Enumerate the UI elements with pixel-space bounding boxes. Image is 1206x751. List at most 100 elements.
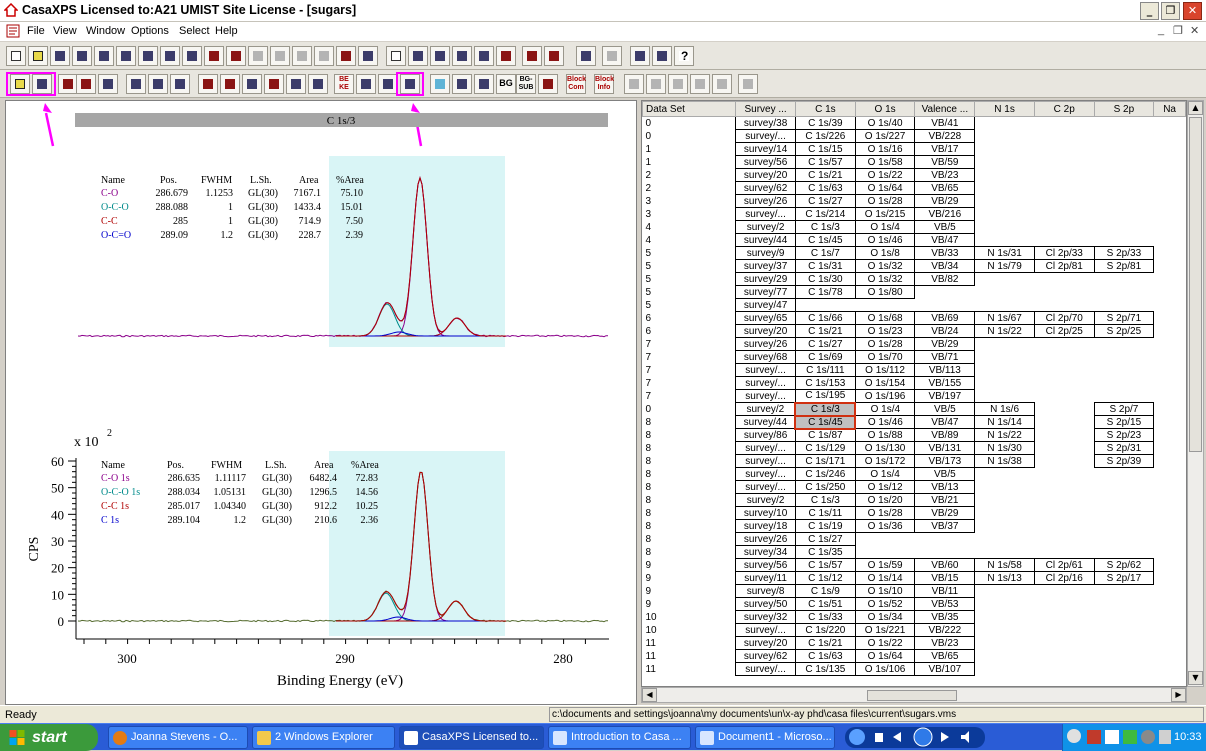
table-cell[interactable]: VB/82 — [914, 272, 976, 286]
table-cell[interactable]: N 1s/22 — [974, 428, 1035, 442]
table-cell[interactable]: survey/2 — [735, 493, 796, 507]
table-cell[interactable]: VB/17 — [914, 142, 976, 156]
column-header[interactable]: N 1s — [974, 101, 1035, 117]
table-cell[interactable]: VB/89 — [914, 428, 976, 442]
table-row[interactable]: 11 survey/... C 1s/135 O 1s/106 VB/107 — [643, 662, 1186, 676]
table-cell[interactable]: C 1s/7 — [794, 246, 856, 260]
table-cell[interactable]: N 1s/30 — [974, 441, 1035, 455]
table-cell[interactable] — [1154, 195, 1186, 208]
spectrum-display-pane[interactable]: C 1s/3 Name Pos. FWHM L.Sh. Area %Area C… — [5, 100, 637, 705]
table-cell[interactable]: VB/11 — [914, 584, 976, 598]
taskbar-item-casaxps[interactable]: CasaXPS Licensed to... — [399, 726, 544, 749]
selected-cell[interactable]: C 1s/3 — [794, 401, 857, 417]
table-cell[interactable]: O 1s/12 — [854, 480, 916, 494]
window-icon[interactable] — [386, 46, 406, 66]
table-cell[interactable] — [1034, 598, 1094, 611]
data-set-cell[interactable]: 0 — [643, 403, 736, 416]
new-file-icon[interactable] — [6, 46, 26, 66]
table-row[interactable]: 0 survey/... C 1s/226 O 1s/227 VB/228 — [643, 129, 1186, 143]
copy-all-icon[interactable] — [116, 46, 136, 66]
data-set-cell[interactable]: 5 — [643, 247, 736, 260]
table-cell[interactable] — [975, 338, 1035, 351]
table-cell[interactable]: survey/47 — [735, 298, 796, 312]
disabled-tool-2-icon[interactable] — [270, 46, 290, 66]
disabled-tool-5-icon[interactable] — [602, 46, 622, 66]
data-set-cell[interactable]: 11 — [643, 650, 736, 663]
table-cell[interactable] — [795, 299, 855, 312]
table-cell[interactable] — [1034, 611, 1094, 624]
table-row[interactable]: 6 survey/20 C 1s/21 O 1s/23 VB/24 N 1s/22 Cl 2… — [643, 324, 1186, 338]
table-cell[interactable] — [1094, 286, 1154, 299]
table-row[interactable]: 10 survey/... C 1s/220 O 1s/221 VB/222 — [643, 623, 1186, 637]
table-cell[interactable] — [975, 169, 1035, 182]
table-cell[interactable] — [915, 286, 975, 299]
table-cell[interactable]: C 1s/57 — [794, 155, 856, 169]
scroll-up-arrow[interactable]: ▲ — [1188, 101, 1203, 115]
table-cell[interactable]: survey/... — [735, 363, 796, 377]
table-cell[interactable] — [975, 195, 1035, 208]
table-cell[interactable]: survey/8 — [735, 584, 796, 598]
table-cell[interactable] — [1094, 377, 1154, 390]
table-cell[interactable] — [975, 663, 1035, 676]
table-cell[interactable]: VB/29 — [914, 506, 976, 520]
table-cell[interactable] — [1094, 234, 1154, 247]
data-set-cell[interactable]: 5 — [643, 286, 736, 299]
table-cell[interactable]: survey/... — [735, 376, 796, 390]
table-cell[interactable] — [1094, 533, 1154, 546]
table-cell[interactable]: VB/35 — [914, 610, 976, 624]
data-set-cell[interactable]: 7 — [643, 351, 736, 364]
table-row[interactable]: 5 survey/29 C 1s/30 O 1s/32 VB/82 — [643, 272, 1186, 286]
table-cell[interactable]: C 1s/27 — [794, 532, 856, 546]
table-cell[interactable] — [1034, 130, 1094, 143]
table-cell[interactable] — [975, 221, 1035, 234]
table-cell[interactable]: VB/15 — [914, 571, 976, 585]
table-cell[interactable] — [975, 364, 1035, 377]
data-set-cell[interactable]: 9 — [643, 572, 736, 585]
table-cell[interactable] — [1034, 390, 1094, 403]
table-row[interactable]: 8 survey/... C 1s/250 O 1s/12 VB/13 — [643, 480, 1186, 494]
table-cell[interactable]: O 1s/14 — [854, 571, 916, 585]
table-cell[interactable]: O 1s/20 — [854, 493, 916, 507]
table-cell[interactable]: VB/222 — [914, 623, 976, 637]
data-set-cell[interactable]: 1 — [643, 143, 736, 156]
table-cell[interactable]: S 2p/23 — [1093, 428, 1155, 442]
table-cell[interactable] — [975, 624, 1035, 637]
table-cell[interactable]: C 1s/12 — [794, 571, 856, 585]
zoom-window-icon[interactable] — [98, 74, 118, 94]
table-cell[interactable]: O 1s/70 — [854, 350, 916, 364]
table-row[interactable]: 3 survey/... C 1s/214 O 1s/215 VB/216 — [643, 207, 1186, 221]
table-cell[interactable]: S 2p/17 — [1093, 571, 1155, 585]
table-cell[interactable] — [1034, 286, 1094, 299]
table-cell[interactable]: VB/23 — [914, 636, 976, 650]
step-left-icon[interactable] — [126, 74, 146, 94]
table-cell[interactable]: O 1s/4 — [854, 402, 916, 416]
table-cell[interactable] — [975, 611, 1035, 624]
table-cell[interactable]: survey/18 — [735, 519, 796, 533]
table-cell[interactable]: survey/50 — [735, 597, 796, 611]
data-set-cell[interactable]: 3 — [643, 208, 736, 221]
table-cell[interactable]: VB/23 — [914, 168, 976, 182]
disabled-info-icon[interactable] — [738, 74, 758, 94]
table-cell[interactable]: survey/20 — [735, 636, 796, 650]
table-cell[interactable]: survey/26 — [735, 337, 796, 351]
table-cell[interactable] — [1154, 494, 1186, 507]
table-cell[interactable] — [1034, 494, 1094, 507]
table-cell[interactable] — [1034, 533, 1094, 546]
table-cell[interactable]: survey/2 — [735, 402, 796, 416]
tile-window-icon[interactable] — [408, 46, 428, 66]
table-cell[interactable] — [1154, 546, 1186, 559]
table-row[interactable]: 8 survey/... C 1s/246 O 1s/4 VB/5 — [643, 467, 1186, 481]
taskbar-item-explorer[interactable]: 2 Windows Explorer — [252, 726, 395, 749]
table-cell[interactable] — [855, 299, 915, 312]
table-row[interactable]: 8 survey/2 C 1s/3 O 1s/20 VB/21 — [643, 493, 1186, 507]
media-prev-icon[interactable] — [893, 732, 901, 742]
table-cell[interactable]: S 2p/39 — [1093, 454, 1155, 468]
table-cell[interactable] — [1154, 520, 1186, 533]
table-cell[interactable]: O 1s/68 — [854, 311, 916, 325]
data-set-cell[interactable]: 6 — [643, 325, 736, 338]
vertical-scroll-thumb[interactable] — [1189, 117, 1202, 452]
menu-help[interactable]: Help — [215, 25, 238, 37]
table-cell[interactable]: VB/65 — [914, 649, 976, 663]
tray-security-icon[interactable] — [1087, 730, 1101, 744]
table-cell[interactable]: O 1s/40 — [854, 116, 916, 130]
